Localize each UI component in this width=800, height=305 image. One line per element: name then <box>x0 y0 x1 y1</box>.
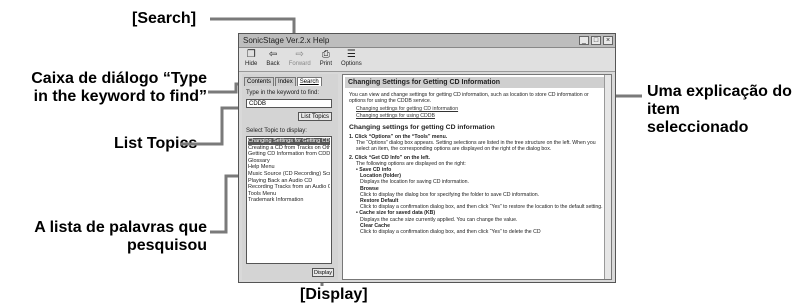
content-body: You can view and change settings for get… <box>343 90 611 235</box>
list-topics-leader <box>180 106 238 146</box>
close-button[interactable]: × <box>603 36 613 45</box>
topic-list[interactable]: Changing Settings for Getting CD Informa… <box>246 136 332 264</box>
maximize-button[interactable]: □ <box>591 36 601 45</box>
back-button[interactable]: ⇦ Back <box>266 48 279 71</box>
list-item[interactable]: Changing Settings for Getting CD Informa… <box>248 138 330 145</box>
hide-label: Hide <box>245 61 258 67</box>
window-title: SonicStage Ver.2.x Help <box>243 36 330 45</box>
hide-icon: ❐ <box>246 49 256 60</box>
nav-tabs: Contents Index Search <box>242 74 338 86</box>
print-button[interactable]: ⎙ Print <box>320 48 332 71</box>
step-1-text: The “Options” dialog box appears. Settin… <box>356 140 596 153</box>
list-item[interactable]: Music Source (CD Recording) Screen <box>248 171 330 178</box>
options-button[interactable]: ☰ Options <box>341 48 362 71</box>
back-label: Back <box>266 61 280 67</box>
forward-label: Forward <box>288 61 311 67</box>
help-window: SonicStage Ver.2.x Help _ □ × ❐ Hide ⇦ B… <box>238 33 616 283</box>
clear-text: Click to display a confirmation dialog b… <box>360 229 541 236</box>
content-intro: You can view and change settings for get… <box>349 92 589 105</box>
tab-search[interactable]: Search <box>296 77 322 86</box>
list-item[interactable]: Trademark Information <box>248 197 330 204</box>
options-icon: ☰ <box>346 49 356 60</box>
list-topics-button[interactable]: List Topics <box>298 112 332 121</box>
content-links: Changing settings for getting CD informa… <box>349 106 605 118</box>
options-label: Options <box>341 61 362 67</box>
list-item[interactable]: Recording Tracks from an Audio CD <box>248 184 330 191</box>
print-label: Print <box>319 61 333 67</box>
content-header: Changing Settings for Getting CD Informa… <box>345 77 609 88</box>
content-scrollbar[interactable] <box>604 75 611 279</box>
keyword-label: Type in the keyword to find: <box>246 90 320 96</box>
help-toolbar: ❐ Hide ⇦ Back ⇨ Forward ⎙ Print ☰ Option… <box>239 48 615 72</box>
topic-content-pane: Changing Settings for Getting CD Informa… <box>342 74 612 280</box>
forward-button[interactable]: ⇨ Forward <box>289 48 311 71</box>
select-topic-label: Select Topic to display: <box>246 128 307 134</box>
hide-button[interactable]: ❐ Hide <box>245 48 257 71</box>
back-icon: ⇦ <box>268 49 278 60</box>
navigation-pane: Contents Index Search Type in the keywor… <box>242 74 338 280</box>
tab-contents[interactable]: Contents <box>244 77 275 86</box>
forward-icon: ⇨ <box>295 49 304 60</box>
list-words-leader <box>210 174 240 234</box>
content-heading: Changing settings for getting CD informa… <box>349 123 495 131</box>
tab-index[interactable]: Index <box>275 77 296 86</box>
list-item[interactable]: Glossary <box>248 158 330 165</box>
window-controls: _ □ × <box>579 36 613 45</box>
list-item[interactable]: Tools Menu <box>248 191 330 198</box>
content-link[interactable]: Changing settings for using CDDB <box>356 113 605 119</box>
print-icon: ⎙ <box>321 49 330 60</box>
list-item[interactable]: Help Menu <box>248 164 330 171</box>
keyword-input[interactable]: CDDB <box>246 99 332 108</box>
list-item[interactable]: Getting CD Information from CDDB <box>248 151 330 158</box>
window-titlebar: SonicStage Ver.2.x Help _ □ × <box>239 34 615 48</box>
minimize-button[interactable]: _ <box>579 36 589 45</box>
list-item[interactable]: Playing Back an Audio CD <box>248 178 330 185</box>
display-button[interactable]: Display <box>312 268 334 277</box>
list-item[interactable]: Creating a CD from Tracks on Other Audio… <box>248 145 330 152</box>
